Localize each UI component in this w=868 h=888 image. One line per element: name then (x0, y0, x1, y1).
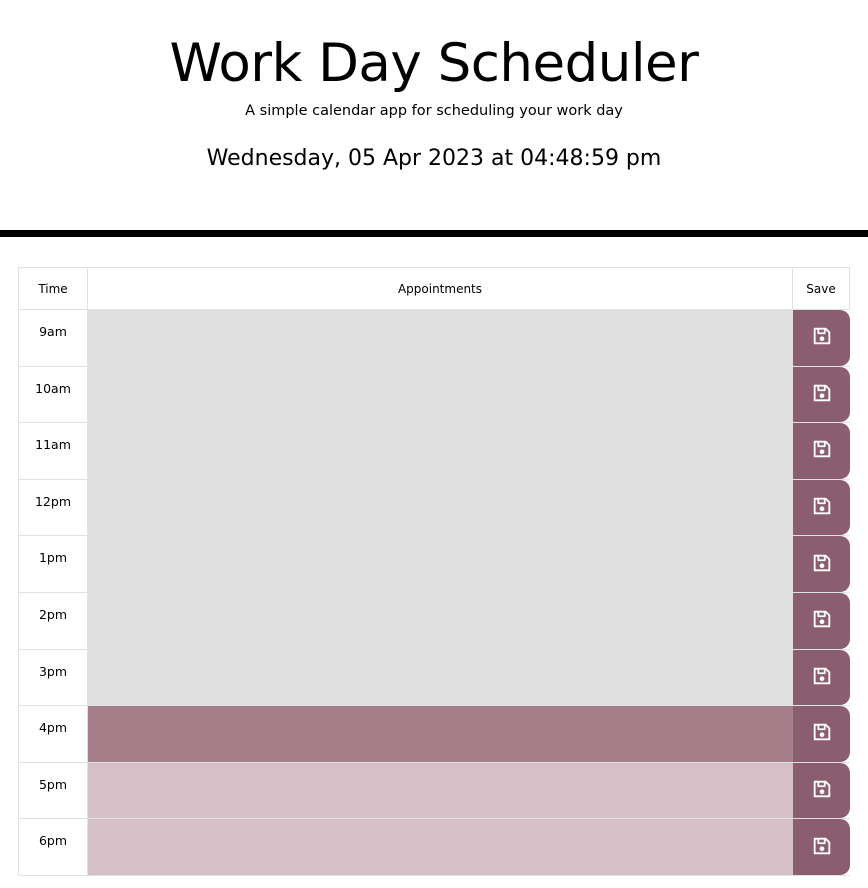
column-header-save: Save (806, 281, 836, 296)
save-button[interactable] (793, 592, 850, 649)
hour-label: 5pm (18, 762, 87, 819)
save-button[interactable] (793, 706, 850, 762)
appointment-input[interactable] (87, 479, 793, 536)
save-button[interactable] (793, 479, 850, 536)
hour-label: 9am (18, 310, 87, 366)
hour-label: 2pm (18, 592, 87, 649)
appointment-input[interactable] (87, 592, 793, 649)
table-header: Time Appointments Save (18, 267, 850, 310)
column-header-time: Time (19, 268, 88, 309)
floppy-disk-icon (811, 438, 833, 463)
page-title: Work Day Scheduler (169, 33, 699, 94)
time-block-row: 10am (18, 366, 850, 424)
save-button[interactable] (793, 310, 850, 366)
floppy-disk-icon (811, 665, 833, 690)
appointment-input[interactable] (87, 536, 793, 592)
save-button[interactable] (793, 423, 850, 479)
time-block-row: 11am (18, 423, 850, 480)
hour-label: 6pm (18, 819, 87, 875)
floppy-disk-icon (811, 495, 833, 520)
floppy-disk-icon (811, 325, 833, 350)
time-block-list: 9am 10am 11am 12pm 1pm 2pm 3pm 4pm 5pm 6pm (18, 310, 850, 876)
hour-label: 12pm (18, 479, 87, 536)
time-block-row: 6pm (18, 819, 850, 876)
hour-label: 4pm (18, 706, 87, 762)
save-button[interactable] (793, 536, 850, 592)
save-button[interactable] (793, 819, 850, 875)
column-header-appointments: Appointments (88, 268, 793, 309)
appointment-input[interactable] (87, 366, 793, 423)
floppy-disk-icon (811, 835, 833, 860)
save-button[interactable] (793, 649, 850, 706)
time-block-row: 9am (18, 310, 850, 367)
hour-label: 11am (18, 423, 87, 479)
appointment-input[interactable] (87, 706, 793, 762)
appointment-input[interactable] (87, 819, 793, 875)
time-block-row: 3pm (18, 649, 850, 707)
page-header: Work Day Scheduler A simple calendar app… (0, 0, 868, 237)
hour-label: 3pm (18, 649, 87, 706)
appointment-input[interactable] (87, 762, 793, 819)
time-block-row: 4pm (18, 706, 850, 763)
time-block-row: 5pm (18, 762, 850, 820)
appointment-input[interactable] (87, 423, 793, 479)
appointment-input[interactable] (87, 649, 793, 706)
floppy-disk-icon (811, 778, 833, 803)
floppy-disk-icon (811, 382, 833, 407)
floppy-disk-icon (811, 552, 833, 577)
save-button[interactable] (793, 762, 850, 819)
appointment-input[interactable] (87, 310, 793, 366)
save-button[interactable] (793, 366, 850, 423)
page-subtitle: A simple calendar app for scheduling you… (245, 103, 623, 119)
time-block-row: 2pm (18, 592, 850, 650)
floppy-disk-icon (811, 608, 833, 633)
time-block-row: 12pm (18, 479, 850, 537)
hour-label: 1pm (18, 536, 87, 592)
floppy-disk-icon (811, 721, 833, 746)
current-day: Wednesday, 05 Apr 2023 at 04:48:59 pm (206, 146, 662, 171)
hour-label: 10am (18, 366, 87, 423)
time-block-row: 1pm (18, 536, 850, 593)
